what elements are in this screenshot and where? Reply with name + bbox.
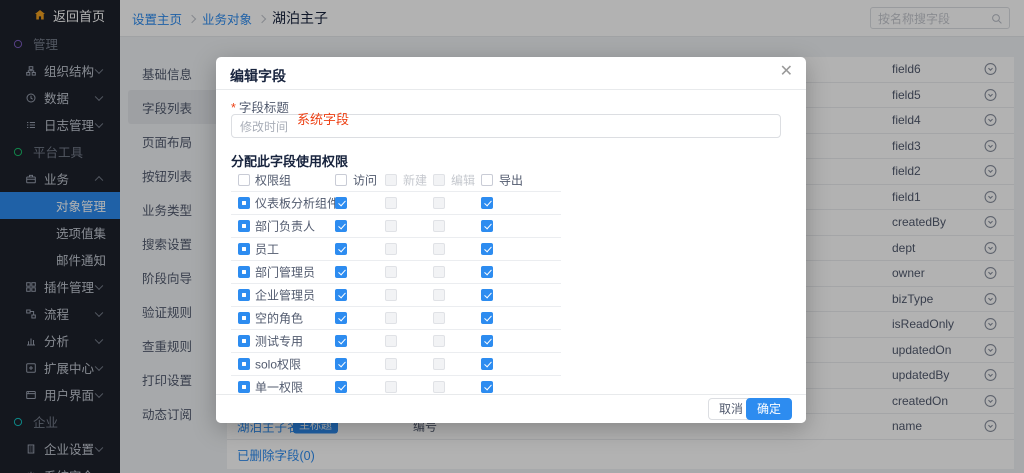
checkbox-员工-编辑	[433, 243, 445, 255]
checkbox-solo权限-编辑	[433, 358, 445, 370]
permission-row: 员工	[231, 238, 561, 261]
checkbox-空的角色-新建	[385, 312, 397, 324]
permission-group-name: 仪表板分析组件	[255, 195, 339, 212]
checkbox-仪表板分析组件-导出[interactable]	[481, 197, 493, 209]
header-checkbox-导出[interactable]	[481, 174, 493, 186]
checkbox-部门管理员-权限组[interactable]	[238, 266, 250, 278]
checkbox-单一权限-权限组[interactable]	[238, 381, 250, 393]
modal-header: 编辑字段 ✕	[216, 57, 806, 90]
header-checkbox-访问[interactable]	[335, 174, 347, 186]
checkbox-部门负责人-新建	[385, 220, 397, 232]
modal-footer: 取消 确定	[216, 394, 806, 423]
permission-table: 权限组 访问 新建 编辑 导出仪表板分析组件部门负责人员工部门管理员企业管理员空的角色测…	[231, 169, 561, 399]
checkbox-测试专用-权限组[interactable]	[238, 335, 250, 347]
checkbox-仪表板分析组件-权限组[interactable]	[238, 197, 250, 209]
header-checkbox-新建	[385, 174, 397, 186]
permission-row: 部门管理员	[231, 261, 561, 284]
header-label-访问: 访问	[353, 172, 377, 189]
checkbox-空的角色-访问[interactable]	[335, 312, 347, 324]
checkbox-仪表板分析组件-新建	[385, 197, 397, 209]
modal-title: 编辑字段	[230, 66, 286, 86]
permission-row: 部门负责人	[231, 215, 561, 238]
checkbox-空的角色-权限组[interactable]	[238, 312, 250, 324]
permission-row: 企业管理员	[231, 284, 561, 307]
checkbox-solo权限-权限组[interactable]	[238, 358, 250, 370]
checkbox-员工-权限组[interactable]	[238, 243, 250, 255]
checkbox-仪表板分析组件-编辑	[433, 197, 445, 209]
checkbox-部门管理员-新建	[385, 266, 397, 278]
checkbox-部门负责人-访问[interactable]	[335, 220, 347, 232]
permission-row: 仪表板分析组件	[231, 192, 561, 215]
checkbox-solo权限-导出[interactable]	[481, 358, 493, 370]
permission-row: 空的角色	[231, 307, 561, 330]
permission-group-name: solo权限	[255, 356, 301, 373]
checkbox-部门管理员-编辑	[433, 266, 445, 278]
checkbox-单一权限-编辑	[433, 381, 445, 393]
checkbox-solo权限-访问[interactable]	[335, 358, 347, 370]
checkbox-部门负责人-权限组[interactable]	[238, 220, 250, 232]
checkbox-空的角色-导出[interactable]	[481, 312, 493, 324]
edit-field-modal: 编辑字段 ✕ *字段标题 系统字段 分配此字段使用权限 权限组 访问 新建 编辑 导出仪…	[216, 57, 806, 423]
checkbox-单一权限-新建	[385, 381, 397, 393]
permission-group-name: 员工	[255, 241, 279, 258]
checkbox-员工-新建	[385, 243, 397, 255]
checkbox-企业管理员-编辑	[433, 289, 445, 301]
close-icon[interactable]: ✕	[780, 64, 793, 80]
header-label-新建: 新建	[403, 172, 427, 189]
permission-group-name: 部门负责人	[255, 218, 315, 235]
checkbox-部门负责人-导出[interactable]	[481, 220, 493, 232]
permission-group-name: 测试专用	[255, 333, 303, 350]
field-title-label-text: 字段标题	[239, 101, 289, 115]
permission-group-name: 空的角色	[255, 310, 303, 327]
permission-section-title: 分配此字段使用权限	[231, 151, 348, 170]
header-checkbox-编辑	[433, 174, 445, 186]
checkbox-单一权限-导出[interactable]	[481, 381, 493, 393]
checkbox-企业管理员-导出[interactable]	[481, 289, 493, 301]
checkbox-部门负责人-编辑	[433, 220, 445, 232]
header-label-导出: 导出	[499, 172, 523, 189]
checkbox-员工-访问[interactable]	[335, 243, 347, 255]
checkbox-企业管理员-访问[interactable]	[335, 289, 347, 301]
checkbox-企业管理员-新建	[385, 289, 397, 301]
permission-table-header: 权限组 访问 新建 编辑 导出	[231, 169, 561, 192]
checkbox-测试专用-新建	[385, 335, 397, 347]
permission-group-name: 部门管理员	[255, 264, 315, 281]
required-asterisk: *	[231, 101, 236, 115]
checkbox-测试专用-访问[interactable]	[335, 335, 347, 347]
header-checkbox-权限组[interactable]	[238, 174, 250, 186]
header-label-编辑: 编辑	[451, 172, 475, 189]
checkbox-测试专用-编辑	[433, 335, 445, 347]
permission-row: solo权限	[231, 353, 561, 376]
checkbox-空的角色-编辑	[433, 312, 445, 324]
checkbox-员工-导出[interactable]	[481, 243, 493, 255]
checkbox-单一权限-访问[interactable]	[335, 381, 347, 393]
checkbox-测试专用-导出[interactable]	[481, 335, 493, 347]
checkbox-solo权限-新建	[385, 358, 397, 370]
ok-button[interactable]: 确定	[746, 398, 792, 420]
permission-group-name: 企业管理员	[255, 287, 315, 304]
checkbox-企业管理员-权限组[interactable]	[238, 289, 250, 301]
checkbox-仪表板分析组件-访问[interactable]	[335, 197, 347, 209]
checkbox-部门管理员-导出[interactable]	[481, 266, 493, 278]
system-field-hint: 系统字段	[297, 109, 349, 128]
header-label-权限组: 权限组	[255, 172, 291, 189]
permission-group-name: 单一权限	[255, 379, 303, 396]
permission-row: 测试专用	[231, 330, 561, 353]
checkbox-部门管理员-访问[interactable]	[335, 266, 347, 278]
